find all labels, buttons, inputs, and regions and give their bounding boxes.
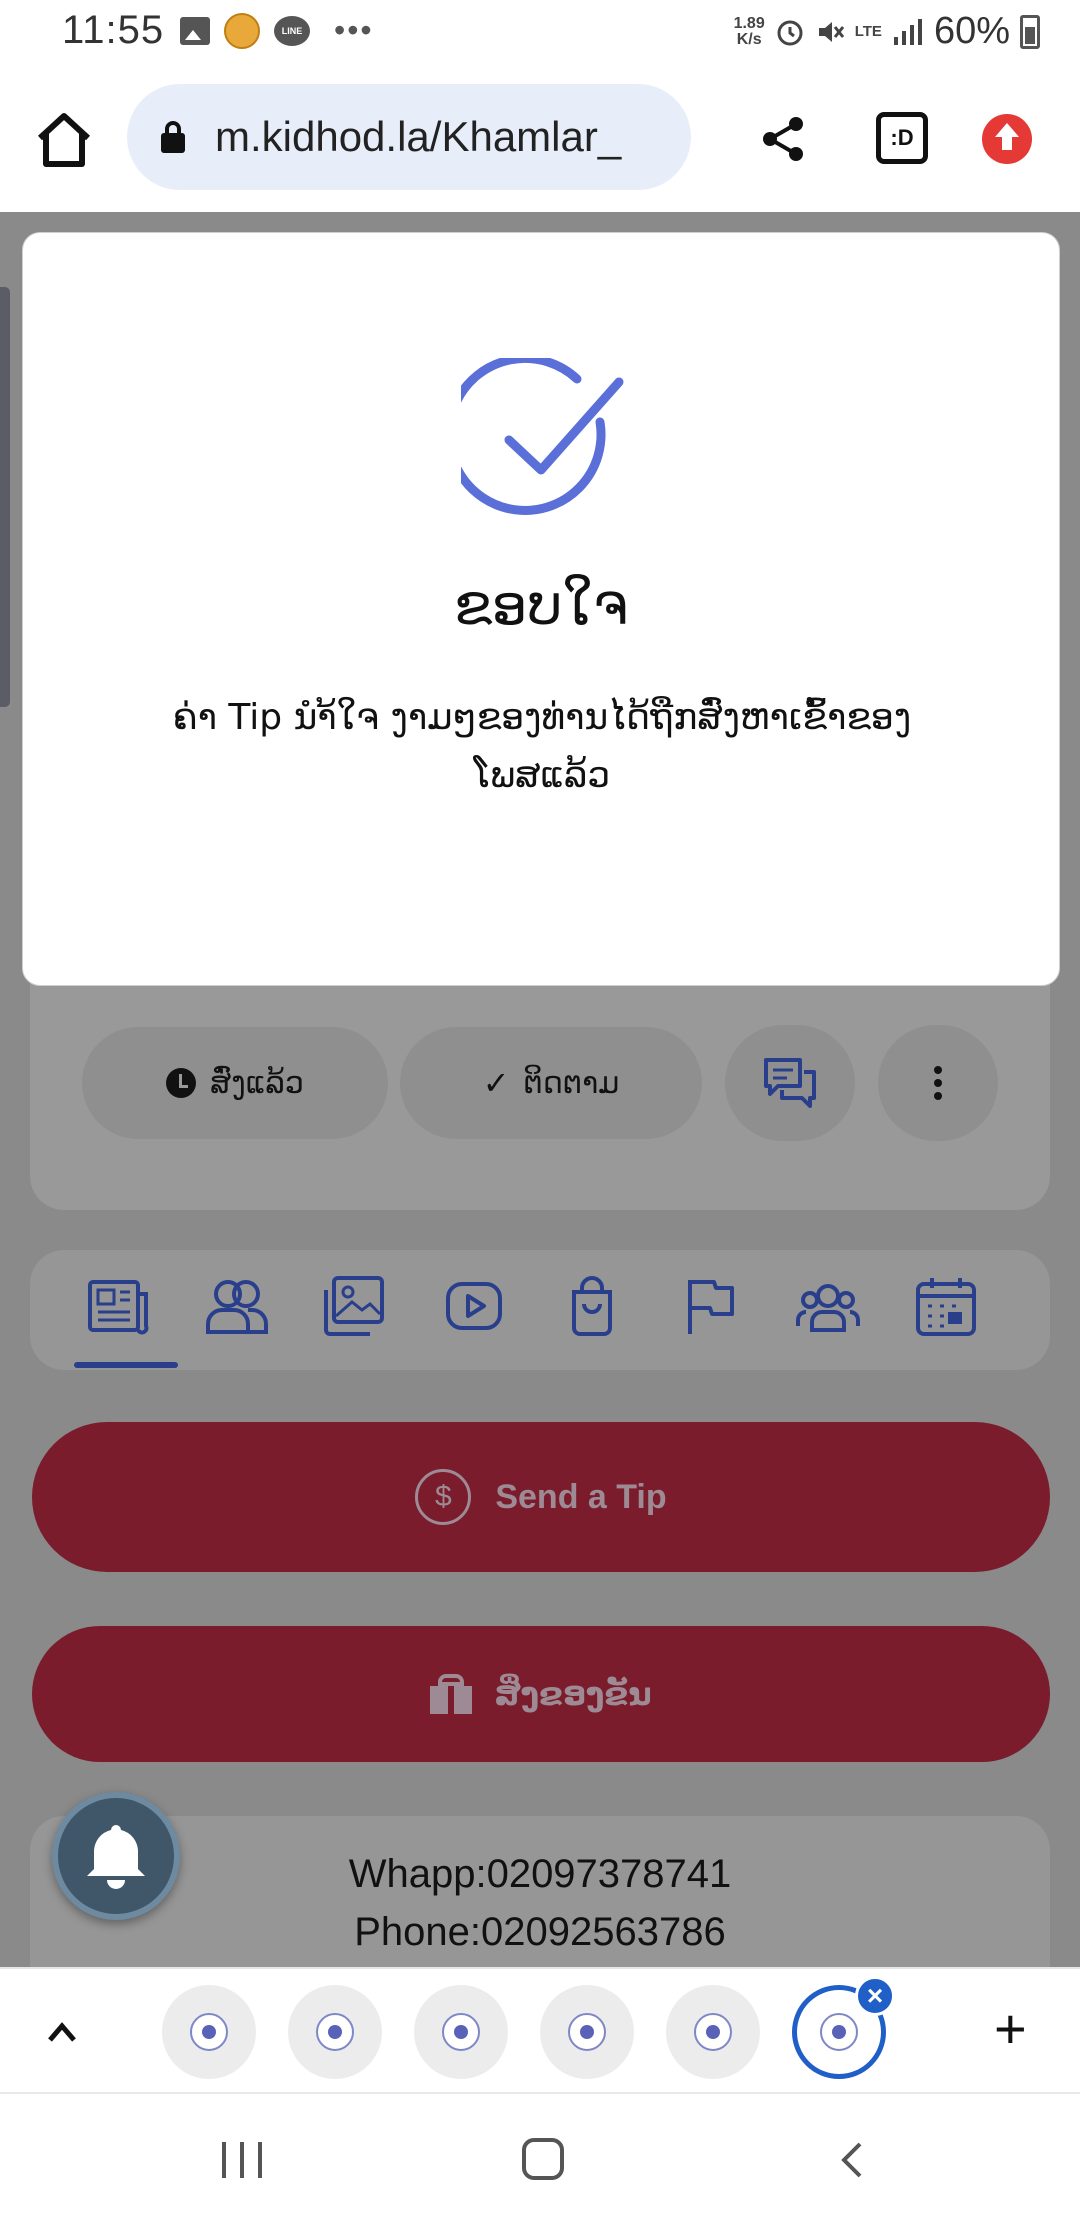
profile-tabs-bar [30, 1250, 1050, 1370]
site-favicon-icon [694, 2013, 732, 2051]
network-speed-unit: K/s [736, 30, 762, 48]
site-favicon-icon [820, 2013, 858, 2051]
gallery-notification-icon [180, 16, 210, 45]
tab-thumbnail[interactable] [540, 1985, 634, 2079]
back-icon[interactable] [832, 2140, 872, 2180]
site-favicon-icon [316, 2013, 354, 2051]
message-button[interactable] [725, 1025, 855, 1141]
tab-strip: × + [0, 1967, 1080, 2092]
tab-videos-icon[interactable] [442, 1274, 506, 1338]
status-time: 11:55 [62, 8, 165, 52]
system-indicators: 1.89 K/s LTE 60% [734, 10, 1040, 53]
recent-apps-icon[interactable] [222, 2142, 262, 2178]
lock-icon [161, 121, 185, 153]
site-favicon-icon [568, 2013, 606, 2051]
send-tip-label: Send a Tip [495, 1477, 667, 1516]
close-tab-icon[interactable]: × [855, 1976, 895, 2016]
url-text: m.kidhod.la/Khamlar_ [215, 113, 622, 160]
more-notifications-icon: ••• [334, 12, 374, 48]
send-tip-button[interactable]: $ Send a Tip [32, 1422, 1050, 1572]
tab-thumbnail[interactable] [666, 1985, 760, 2079]
contact-phone: Phone:02092563786 [354, 1910, 726, 1954]
side-drawer-edge[interactable] [0, 287, 10, 707]
address-bar[interactable]: m.kidhod.la/Khamlar_ [127, 84, 691, 190]
chat-icon [764, 1058, 816, 1108]
check-icon: ✓ [482, 1064, 510, 1102]
tab-groups-icon[interactable] [796, 1274, 860, 1338]
battery-icon [1020, 14, 1040, 49]
tab-thumbnail[interactable] [288, 1985, 382, 2079]
alarm-icon [777, 20, 803, 45]
more-vertical-icon [934, 1066, 942, 1100]
clock-icon [166, 1068, 197, 1098]
dialog-message: ຄ່າ Tip ນຳ້ໃຈ ງາມໆຂອງທ່ານໄດ້ຖືກສົ່ງຫາເຂົ… [172, 697, 912, 796]
bell-icon [87, 1825, 145, 1889]
sent-label: ສົ່ງແລ້ວ [210, 1065, 304, 1101]
network-speed: 1.89 K/s [733, 14, 765, 48]
system-navigation-bar [0, 2092, 1080, 2220]
follow-button[interactable]: ✓ ຕິດຕາມ [400, 1027, 702, 1139]
signal-icon [893, 18, 922, 45]
notification-bell-button[interactable] [52, 1792, 180, 1920]
tab-friends-icon[interactable] [204, 1274, 268, 1338]
site-favicon-icon [442, 2013, 480, 2051]
tab-events-icon[interactable] [914, 1274, 978, 1338]
system-home-icon[interactable] [522, 2138, 564, 2180]
browser-toolbar: m.kidhod.la/Khamlar_ :D [0, 70, 1080, 282]
tab-posts-icon[interactable] [86, 1274, 150, 1338]
share-icon[interactable] [758, 114, 808, 164]
tab-switcher-button[interactable]: :D [876, 112, 928, 164]
network-speed-value: 1.89 [733, 14, 765, 32]
battery-percent: 60% [933, 10, 1010, 52]
gift-icon [430, 1674, 473, 1714]
follow-label: ຕິດຕາມ [523, 1065, 620, 1101]
active-tab-thumbnail[interactable]: × [792, 1976, 895, 2079]
sent-button[interactable]: ສົ່ງແລ້ວ [82, 1027, 388, 1139]
app-notification-icon [224, 12, 260, 49]
chevron-up-icon[interactable] [44, 2014, 80, 2050]
dollar-icon: $ [415, 1469, 472, 1525]
more-options-button[interactable] [878, 1025, 998, 1141]
update-icon[interactable] [982, 114, 1032, 164]
success-check-icon [461, 358, 624, 515]
tab-photos-icon[interactable] [322, 1274, 386, 1338]
new-tab-button[interactable]: + [994, 2001, 1027, 2057]
line-notification-icon: LINE [274, 15, 310, 46]
tab-shop-icon[interactable] [560, 1274, 624, 1338]
network-type: LTE [854, 22, 882, 40]
active-tab-indicator [74, 1362, 178, 1368]
tab-thumbnail[interactable] [414, 1985, 508, 2079]
site-favicon-icon [190, 2013, 228, 2051]
success-dialog: ຂອບໃຈ ຄ່າ Tip ນຳ້ໃຈ ງາມໆຂອງທ່ານໄດ້ຖືກສົ່… [22, 232, 1060, 986]
tab-pages-icon[interactable] [678, 1274, 742, 1338]
gift-label: ສິ່ງຂອງຂັນ [494, 1675, 652, 1713]
status-bar: 11:55 LINE ••• 1.89 K/s LTE 60% [0, 0, 1080, 70]
notification-icons: LINE ••• [180, 12, 374, 49]
mute-icon [818, 21, 844, 42]
gift-button[interactable]: ສິ່ງຂອງຂັນ [32, 1626, 1050, 1762]
dialog-title: ຂອບໃຈ [453, 573, 629, 638]
home-icon[interactable] [32, 108, 96, 172]
tab-thumbnail[interactable] [162, 1985, 256, 2079]
